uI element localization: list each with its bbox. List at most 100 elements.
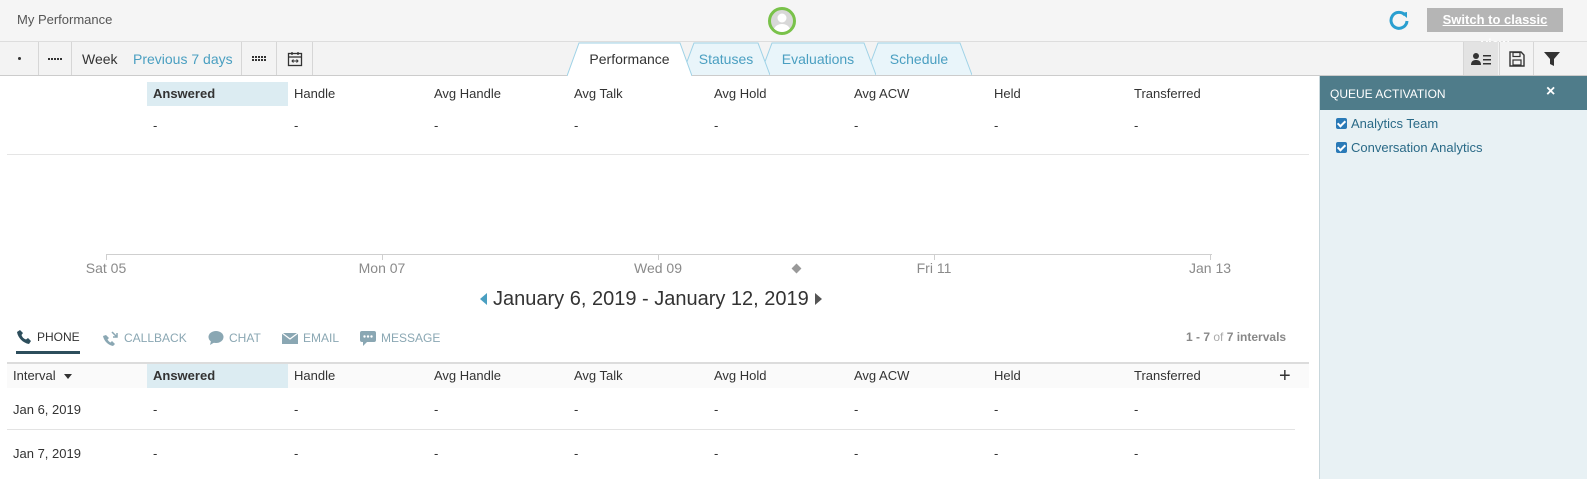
row-value: - xyxy=(294,402,299,417)
metric-transferred[interactable]: Transferred xyxy=(1128,82,1268,106)
column-avg-acw[interactable]: Avg ACW xyxy=(848,364,988,388)
summary-metrics-values: - - - - - - - - xyxy=(0,118,1310,138)
axis-label: Wed 09 xyxy=(634,260,682,276)
column-interval[interactable]: Interval xyxy=(7,364,147,388)
metric-value: - xyxy=(1134,118,1139,133)
next-week-icon[interactable] xyxy=(814,293,822,305)
grid-icon xyxy=(252,56,266,61)
metric-value: - xyxy=(153,118,158,133)
metric-handle[interactable]: Handle xyxy=(288,82,428,106)
row-value: - xyxy=(153,402,158,417)
metric-value: - xyxy=(434,118,439,133)
column-transferred[interactable]: Transferred xyxy=(1128,364,1268,388)
toolbar: Week Previous 7 days Schedule Evaluation… xyxy=(0,42,1587,76)
period-label[interactable]: Week xyxy=(82,51,118,67)
tab-evaluations[interactable]: Evaluations xyxy=(760,42,876,76)
calendar-icon xyxy=(287,51,302,66)
dots-button[interactable] xyxy=(39,42,72,75)
row-value: - xyxy=(714,402,719,417)
axis-label: Jan 13 xyxy=(1188,260,1232,276)
filter-icon xyxy=(1544,51,1560,66)
checkbox-checked-icon[interactable] xyxy=(1336,142,1347,153)
column-answered[interactable]: Answered xyxy=(147,364,288,388)
single-dot-button[interactable] xyxy=(0,42,39,75)
timeline-axis xyxy=(106,254,1212,255)
filter-button[interactable] xyxy=(1533,42,1587,75)
range-link[interactable]: Previous 7 days xyxy=(133,51,233,67)
metric-avg-acw[interactable]: Avg ACW xyxy=(848,82,988,106)
divider xyxy=(7,154,1309,155)
column-avg-talk[interactable]: Avg Talk xyxy=(568,364,708,388)
tab-phone[interactable]: PHONE xyxy=(16,322,80,354)
date-picker-button[interactable] xyxy=(277,42,313,75)
tab-statuses[interactable]: Statuses xyxy=(682,42,770,76)
axis-label: Sat 05 xyxy=(85,260,127,276)
add-column-icon[interactable]: + xyxy=(1279,364,1291,388)
timeline-marker-icon[interactable] xyxy=(791,263,802,274)
close-icon[interactable]: × xyxy=(1546,83,1555,101)
panel-header: QUEUE ACTIVATION × xyxy=(1320,76,1587,110)
row-value: - xyxy=(854,402,859,417)
agent-list-button[interactable] xyxy=(1463,42,1498,75)
column-handle[interactable]: Handle xyxy=(288,364,428,388)
interval-grid-button[interactable] xyxy=(241,42,277,75)
column-held[interactable]: Held xyxy=(988,364,1128,388)
metric-value: - xyxy=(994,118,999,133)
row-value: - xyxy=(574,446,579,461)
tab-message[interactable]: MESSAGE xyxy=(360,322,440,354)
tab-email[interactable]: EMAIL xyxy=(282,322,339,354)
tab-schedule[interactable]: Schedule xyxy=(866,42,972,76)
dots-icon xyxy=(48,57,62,60)
axis-label: Mon 07 xyxy=(358,260,406,276)
row-value: - xyxy=(434,446,439,461)
checkbox-checked-icon[interactable] xyxy=(1336,118,1347,129)
sort-caret-icon xyxy=(63,374,72,380)
metric-value: - xyxy=(854,118,859,133)
queue-activation-panel: QUEUE ACTIVATION × Analytics Team Conver… xyxy=(1319,76,1587,479)
row-interval: Jan 6, 2019 xyxy=(13,402,81,417)
save-icon xyxy=(1509,50,1525,67)
metric-value: - xyxy=(714,118,719,133)
email-icon xyxy=(282,332,298,344)
switch-classic-view-button[interactable]: Switch to classic view xyxy=(1427,8,1563,51)
row-value: - xyxy=(714,446,719,461)
callback-icon xyxy=(103,331,118,346)
previous-week-icon[interactable] xyxy=(480,293,487,305)
row-value: - xyxy=(854,446,859,461)
table-header: Interval Answered Handle Avg Handle Avg … xyxy=(7,362,1309,388)
row-value: - xyxy=(1134,402,1139,417)
metric-avg-hold[interactable]: Avg Hold xyxy=(708,82,848,106)
intervals-count: 1 - 7 of 7 intervals xyxy=(1186,330,1287,344)
metric-answered[interactable]: Answered xyxy=(147,82,288,106)
column-avg-handle[interactable]: Avg Handle xyxy=(428,364,568,388)
axis-label: Fri 11 xyxy=(916,260,952,276)
page-title: My Performance xyxy=(17,12,113,27)
message-icon xyxy=(360,331,376,346)
table-row[interactable]: Jan 6, 2019 - - - - - - - - xyxy=(7,390,1295,430)
save-button[interactable] xyxy=(1499,42,1534,75)
metric-avg-talk[interactable]: Avg Talk xyxy=(568,82,708,106)
queue-checkbox-conversation-analytics[interactable]: Conversation Analytics xyxy=(1336,140,1483,155)
agent-list-icon xyxy=(1471,52,1491,65)
row-value: - xyxy=(434,402,439,417)
date-range-label: January 6, 2019 - January 12, 2019 xyxy=(493,287,809,310)
row-interval: Jan 7, 2019 xyxy=(13,446,81,461)
metric-held[interactable]: Held xyxy=(988,82,1128,106)
queue-checkbox-analytics-team[interactable]: Analytics Team xyxy=(1336,116,1438,131)
tab-chat[interactable]: CHAT xyxy=(208,322,261,354)
row-value: - xyxy=(1134,446,1139,461)
metric-value: - xyxy=(574,118,579,133)
row-value: - xyxy=(994,402,999,417)
user-avatar-icon[interactable] xyxy=(768,7,796,35)
metric-avg-handle[interactable]: Avg Handle xyxy=(428,82,568,106)
tab-performance[interactable]: Performance xyxy=(567,42,692,76)
row-value: - xyxy=(153,446,158,461)
row-value: - xyxy=(294,446,299,461)
panel-title: QUEUE ACTIVATION xyxy=(1330,87,1446,101)
row-value: - xyxy=(994,446,999,461)
table-row[interactable]: Jan 7, 2019 - - - - - - - - xyxy=(7,434,1295,474)
tab-callback[interactable]: CALLBACK xyxy=(103,322,187,354)
column-avg-hold[interactable]: Avg Hold xyxy=(708,364,848,388)
refresh-icon[interactable] xyxy=(1388,9,1410,31)
top-bar: My Performance Switch to classic view xyxy=(0,0,1587,51)
